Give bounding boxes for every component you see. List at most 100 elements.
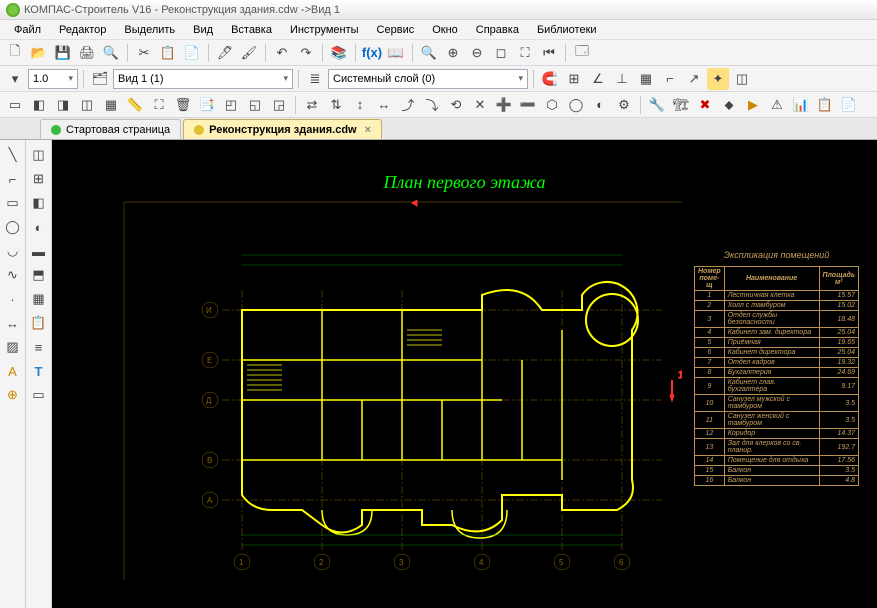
- preview-button[interactable]: 🔍: [100, 42, 122, 64]
- tool-28[interactable]: 🏗: [670, 94, 692, 116]
- tool-33[interactable]: 📊: [790, 94, 812, 116]
- print-button[interactable]: 🖨: [76, 42, 98, 64]
- tool-35[interactable]: 📄: [838, 94, 860, 116]
- tool-26[interactable]: ⚙: [613, 94, 635, 116]
- menu-tools[interactable]: Инструменты: [282, 22, 367, 38]
- tool-16[interactable]: ↔: [373, 94, 395, 116]
- tool-23[interactable]: ⬡: [541, 94, 563, 116]
- tool-29[interactable]: ✖: [694, 94, 716, 116]
- menu-window[interactable]: Окно: [424, 22, 466, 38]
- zoom-fit-button[interactable]: ⛶: [514, 42, 536, 64]
- arc-tool[interactable]: ◡: [2, 240, 24, 262]
- tool-17[interactable]: ⤴: [397, 94, 419, 116]
- tool-12[interactable]: ◲: [268, 94, 290, 116]
- zoom-in-button[interactable]: ⊕: [442, 42, 464, 64]
- tool-3[interactable]: ◨: [52, 94, 74, 116]
- tool-22[interactable]: ➖: [517, 94, 539, 116]
- zoom-window-button[interactable]: 🔍: [418, 42, 440, 64]
- bom-tool[interactable]: ≡: [28, 336, 50, 358]
- highlight-button[interactable]: ✦: [707, 68, 729, 90]
- dim-tool[interactable]: ↔: [2, 312, 24, 334]
- spec-tool[interactable]: 📋: [28, 312, 50, 334]
- help-button[interactable]: 📖: [385, 42, 407, 64]
- save-button[interactable]: 💾: [52, 42, 74, 64]
- layer-combo[interactable]: Системный слой (0)▾: [328, 69, 528, 89]
- hatch-tool[interactable]: ▨: [2, 336, 24, 358]
- tool-18[interactable]: ⤵: [421, 94, 443, 116]
- line-tool[interactable]: ╲: [2, 144, 24, 166]
- menu-service[interactable]: Сервис: [369, 22, 423, 38]
- tool-34[interactable]: 📋: [814, 94, 836, 116]
- views-icon[interactable]: 🗂: [89, 68, 111, 90]
- ortho-button[interactable]: ⊥: [611, 68, 633, 90]
- tool-27[interactable]: 🔧: [646, 94, 668, 116]
- zoom-prev-button[interactable]: ⏮: [538, 42, 560, 64]
- zoom-out-button[interactable]: ⊖: [466, 42, 488, 64]
- open-button[interactable]: 📂: [28, 42, 50, 64]
- tool-2[interactable]: ◧: [28, 94, 50, 116]
- tool-4[interactable]: ◫: [76, 94, 98, 116]
- break-tool[interactable]: ▬: [28, 240, 50, 262]
- local-cs-button[interactable]: ⌐: [659, 68, 681, 90]
- tool-15[interactable]: ↕: [349, 94, 371, 116]
- paste-button[interactable]: 📄: [181, 42, 203, 64]
- menu-file[interactable]: Файл: [6, 22, 49, 38]
- tool-31[interactable]: ▶: [742, 94, 764, 116]
- round-button[interactable]: ↗: [683, 68, 705, 90]
- tool-7[interactable]: ⛶: [148, 94, 170, 116]
- view-combo[interactable]: Вид 1 (1)▾: [113, 69, 293, 89]
- menu-select[interactable]: Выделить: [116, 22, 183, 38]
- title-tool[interactable]: T: [28, 360, 50, 382]
- copy-props-button[interactable]: 🖌: [238, 42, 260, 64]
- tool-9[interactable]: 📑: [196, 94, 218, 116]
- tool-8[interactable]: 🗑: [172, 94, 194, 116]
- view-dropdown-button[interactable]: ▾: [4, 68, 26, 90]
- menu-help[interactable]: Справка: [468, 22, 527, 38]
- tool-21[interactable]: ➕: [493, 94, 515, 116]
- undo-button[interactable]: ↶: [271, 42, 293, 64]
- properties-button[interactable]: 🖊: [214, 42, 236, 64]
- grid-button[interactable]: ▦: [635, 68, 657, 90]
- drawing-canvas[interactable]: План первого этажа 1 2 3 4: [52, 140, 877, 608]
- tool-25[interactable]: ◐: [589, 94, 611, 116]
- tab-document[interactable]: Реконструкция здания.cdw ×: [183, 119, 382, 139]
- tool-10[interactable]: ◰: [220, 94, 242, 116]
- tool-6[interactable]: 📏: [124, 94, 146, 116]
- angle-snap-button[interactable]: ∠: [587, 68, 609, 90]
- rect-tool[interactable]: ▭: [2, 192, 24, 214]
- tool-14[interactable]: ⇅: [325, 94, 347, 116]
- insert-tool[interactable]: ⬒: [28, 264, 50, 286]
- cut-button[interactable]: ✂: [133, 42, 155, 64]
- layers-icon[interactable]: ≣: [304, 68, 326, 90]
- tool-32[interactable]: ⚠: [766, 94, 788, 116]
- tool-11[interactable]: ◱: [244, 94, 266, 116]
- tool-1[interactable]: ▭: [4, 94, 26, 116]
- circle-tool[interactable]: ◯: [2, 216, 24, 238]
- tool-5[interactable]: ▦: [100, 94, 122, 116]
- frame-tool[interactable]: ▭: [28, 384, 50, 406]
- menu-view[interactable]: Вид: [185, 22, 221, 38]
- menu-editor[interactable]: Редактор: [51, 22, 114, 38]
- view-tool[interactable]: ⊞: [28, 168, 50, 190]
- tool-30[interactable]: ⬥: [718, 94, 740, 116]
- grid-snap-button[interactable]: ⊞: [563, 68, 585, 90]
- copy-button[interactable]: 📋: [157, 42, 179, 64]
- copy-tool[interactable]: ◫: [28, 144, 50, 166]
- tab-start-page[interactable]: Стартовая страница: [40, 119, 181, 139]
- tool-24[interactable]: ◯: [565, 94, 587, 116]
- variables-button[interactable]: f(x): [361, 42, 383, 64]
- redo-button[interactable]: ↷: [295, 42, 317, 64]
- table-tool[interactable]: ▦: [28, 288, 50, 310]
- detail-tool[interactable]: ◐: [28, 216, 50, 238]
- snap-toggle[interactable]: 🧲: [539, 68, 561, 90]
- library-button[interactable]: 📚: [328, 42, 350, 64]
- point-tool[interactable]: ·: [2, 288, 24, 310]
- spline-tool[interactable]: ∿: [2, 264, 24, 286]
- tool-13[interactable]: ⇄: [301, 94, 323, 116]
- tool-20[interactable]: ✕: [469, 94, 491, 116]
- tab-close-icon[interactable]: ×: [365, 124, 371, 136]
- menu-insert[interactable]: Вставка: [223, 22, 280, 38]
- section-tool[interactable]: ◧: [28, 192, 50, 214]
- new-button[interactable]: 🗋: [4, 42, 26, 64]
- bounds-button[interactable]: ◫: [731, 68, 753, 90]
